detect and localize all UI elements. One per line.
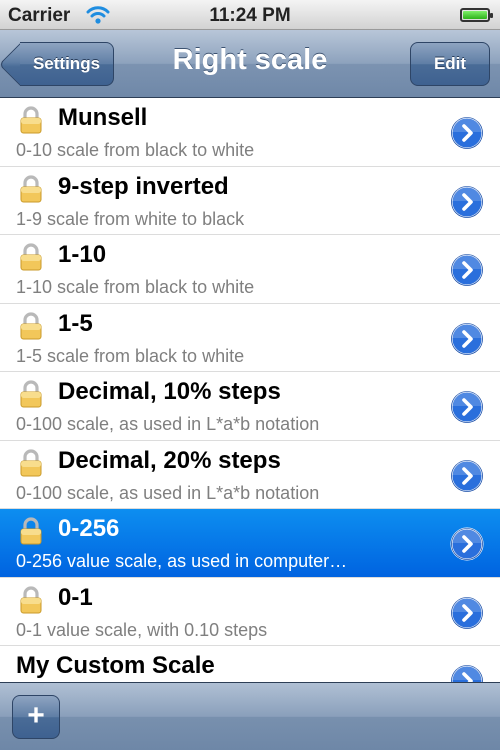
list-item[interactable]: 1-5 1-5 scale from black to white [0, 303, 500, 372]
list-item-title: 9-step inverted [58, 172, 229, 200]
detail-disclosure-icon[interactable] [450, 596, 484, 630]
list-item-subtitle: 0-1 value scale, with 0.10 steps [16, 619, 268, 640]
navigation-bar: Settings Right scale Edit [0, 30, 500, 98]
list-item[interactable]: 9-step inverted 1-9 scale from white to b… [0, 166, 500, 235]
list-item-title: 0-1 [58, 583, 93, 611]
detail-disclosure-icon[interactable] [450, 253, 484, 287]
list-item-title: 1-5 [58, 309, 93, 337]
lock-icon [18, 311, 44, 340]
lock-icon [18, 106, 44, 134]
detail-disclosure-icon[interactable] [450, 185, 484, 219]
lock-icon [18, 174, 44, 203]
battery-level [463, 11, 487, 19]
battery-icon [460, 8, 493, 22]
detail-disclosure-icon[interactable] [450, 459, 484, 493]
edit-button[interactable]: Edit [410, 42, 490, 86]
scale-list: Munsell 0-10 scale from black to white 9-s… [0, 98, 500, 682]
list-item-title: Decimal, 10% steps [58, 378, 281, 405]
add-scale-button[interactable]: + [12, 695, 60, 739]
list-item[interactable]: 0-256 0-256 value scale, as used in compu… [0, 509, 500, 578]
list-item[interactable]: Decimal, 20% steps 0-100 scale, as used i… [0, 440, 500, 509]
settings-back-button[interactable]: Settings [20, 42, 114, 86]
list-item-subtitle: 0-100 scale, as used in L*a*b notation [16, 414, 320, 434]
list-item[interactable]: Munsell 0-10 scale from black to white [0, 98, 500, 167]
back-button-wrapper: Settings [0, 30, 130, 98]
list-item-subtitle: 1-5 scale from black to white [16, 345, 245, 366]
list-item-subtitle: 0-256 value scale, as used in computer… [16, 551, 348, 571]
list-item-title: 1-10 [58, 241, 107, 268]
lock-icon [18, 585, 44, 614]
list-item[interactable]: 1-10 1-10 scale from black to white [0, 235, 500, 304]
list-item-title: Decimal, 20% steps [58, 446, 281, 474]
list-item-title: Munsell [58, 104, 148, 131]
list-item-subtitle: 0-10 scale from black to white [16, 140, 255, 160]
list-item-subtitle: 1-9 scale from white to black [16, 208, 245, 229]
detail-disclosure-icon[interactable] [450, 390, 484, 424]
list-item-subtitle: 0-100 scale, as used in L*a*b notation [16, 482, 320, 503]
detail-disclosure-icon[interactable] [450, 322, 484, 356]
lock-icon [18, 380, 44, 408]
detail-disclosure-icon[interactable] [450, 527, 484, 561]
detail-disclosure-icon[interactable] [450, 664, 484, 682]
list-item-subtitle: 1-10 scale from black to white [16, 277, 255, 297]
list-item[interactable]: 0-1 0-1 value scale, with 0.10 steps [0, 577, 500, 646]
status-bar: Carrier 11:24 PM [0, 0, 500, 30]
lock-icon [18, 243, 44, 271]
list-item-title: 0-256 [58, 515, 120, 542]
list-item[interactable]: My Custom Scale [0, 646, 500, 682]
list-item-title: My Custom Scale [16, 652, 215, 679]
list-item[interactable]: Decimal, 10% steps 0-100 scale, as used i… [0, 372, 500, 441]
detail-disclosure-icon[interactable] [450, 116, 484, 150]
bottom-toolbar: + [0, 682, 500, 750]
back-button-label: Settings [32, 54, 101, 73]
lock-icon [18, 517, 44, 545]
lock-icon [18, 448, 44, 477]
status-time: 11:24 PM [209, 5, 291, 26]
